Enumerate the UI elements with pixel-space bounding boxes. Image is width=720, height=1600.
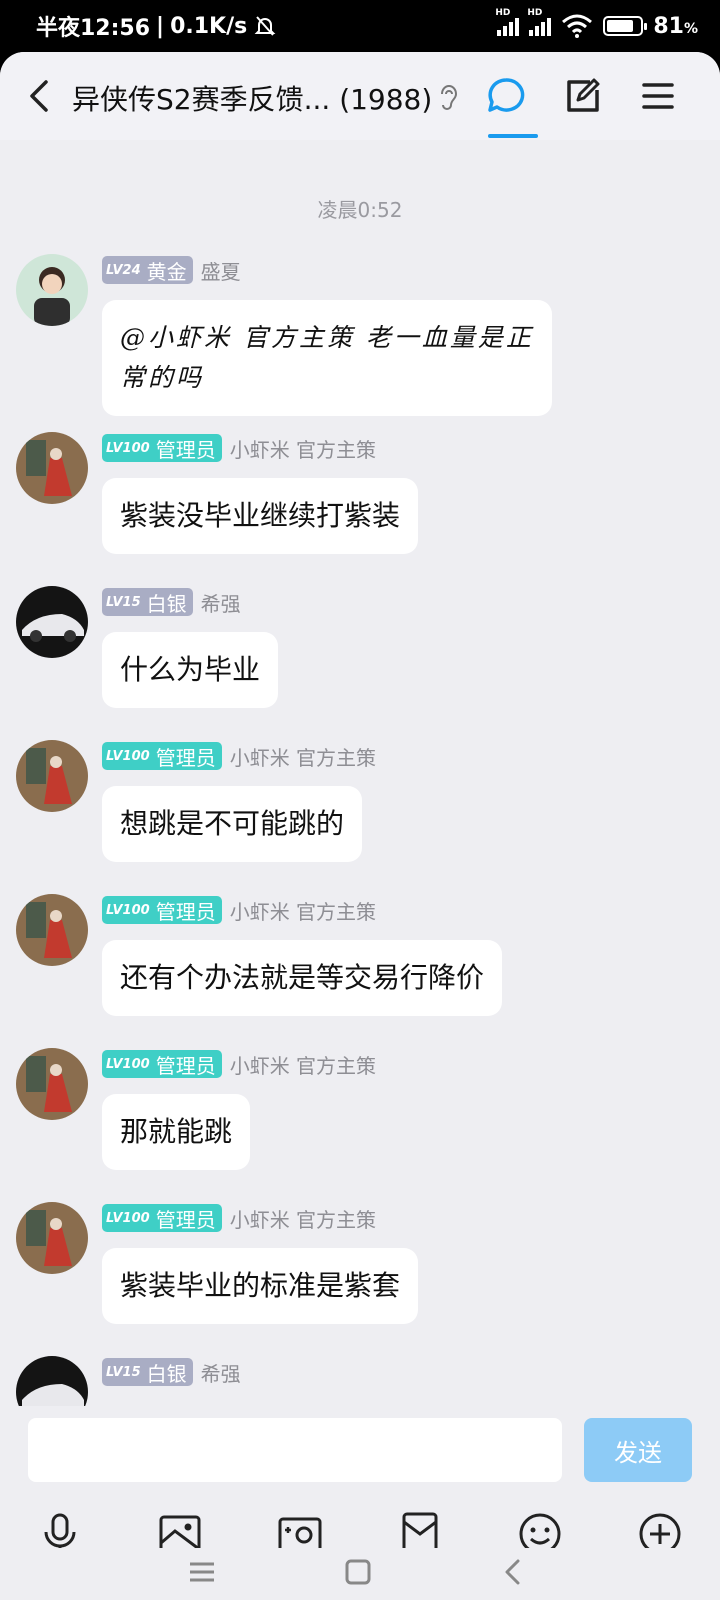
rank-badge: LV15 白银 (102, 588, 193, 616)
battery-icon (603, 16, 648, 36)
signal-icon-2: HD (527, 8, 552, 36)
send-button[interactable]: 发送 (584, 1418, 692, 1482)
title-bar: 异侠传S2赛季反馈... (1988) (0, 52, 720, 140)
status-bar: 半夜12:56 | 0.1K/s HD HD 81% (0, 0, 720, 52)
sender-name[interactable]: 希强 (201, 588, 241, 617)
wifi-icon (562, 14, 593, 38)
avatar[interactable] (16, 1356, 88, 1406)
recents-icon[interactable] (186, 1556, 218, 1588)
active-tab-indicator (488, 134, 538, 138)
bell-mute-icon (254, 16, 276, 36)
avatar[interactable] (16, 432, 88, 504)
avatar[interactable] (16, 586, 88, 658)
avatar[interactable] (16, 894, 88, 966)
message-bubble[interactable]: 还有个办法就是等交易行降价 (102, 940, 503, 1016)
sender-name[interactable]: 小虾米 官方主策 (230, 434, 376, 463)
rank-badge: LV24 黄金 (102, 256, 193, 284)
avatar[interactable] (16, 1202, 88, 1274)
message-bubble[interactable]: 那就能跳 (102, 1094, 251, 1170)
composer: 发送 (0, 1406, 720, 1496)
chat-bubble-icon[interactable] (484, 74, 528, 118)
back-button[interactable] (20, 74, 60, 118)
ear-icon[interactable] (436, 82, 462, 112)
admin-badge: LV100 管理员 (102, 1050, 222, 1078)
menu-icon[interactable] (636, 74, 680, 118)
avatar[interactable] (16, 740, 88, 812)
chat-app: 异侠传S2赛季反馈... (1988) 凌晨0:52 LV24 黄金 盛夏 @小… (0, 52, 720, 1600)
sender-name[interactable]: 小虾米 官方主策 (230, 1050, 376, 1079)
message-bubble[interactable]: 紫装没毕业继续打紫装 (102, 478, 419, 554)
message-bubble[interactable]: 想跳是不可能跳的 (102, 786, 363, 862)
avatar[interactable] (16, 254, 88, 326)
sender-name[interactable]: 小虾米 官方主策 (230, 896, 376, 925)
avatar[interactable] (16, 1048, 88, 1120)
sender-name[interactable]: 盛夏 (201, 256, 241, 285)
admin-badge: LV100 管理员 (102, 434, 222, 462)
system-nav-bar (0, 1548, 720, 1600)
status-time: 半夜12:56 (36, 16, 151, 41)
admin-badge: LV100 管理员 (102, 896, 222, 924)
network-speed: 0.1K/s (170, 13, 248, 39)
nav-back-icon[interactable] (498, 1556, 530, 1588)
admin-badge: LV100 管理员 (102, 1204, 222, 1232)
message-bubble[interactable]: 紫装毕业的标准是紫套 (102, 1248, 419, 1324)
sender-name[interactable]: 小虾米 官方主策 (230, 1204, 376, 1233)
message-timestamp: 凌晨0:52 (317, 198, 403, 222)
signal-icon: HD (495, 8, 520, 36)
message-input[interactable] (28, 1418, 562, 1482)
home-icon[interactable] (342, 1556, 374, 1588)
edit-icon[interactable] (560, 74, 604, 118)
message-bubble[interactable]: @小虾米 官方主策 老一血量是正 常的吗 (102, 300, 552, 416)
battery-percent: 81% (653, 13, 698, 39)
group-title[interactable]: 异侠传S2赛季反馈... (1988) (72, 78, 432, 118)
admin-badge: LV100 管理员 (102, 742, 222, 770)
message-list[interactable]: 凌晨0:52 LV24 黄金 盛夏 @小虾米 官方主策 老一血量是正 常的吗 LV… (0, 140, 720, 1406)
sender-name[interactable]: 希强 (201, 1358, 241, 1387)
rank-badge: LV15 白银 (102, 1358, 193, 1386)
message-bubble[interactable]: 什么为毕业 (102, 632, 279, 708)
sender-name[interactable]: 小虾米 官方主策 (230, 742, 376, 771)
